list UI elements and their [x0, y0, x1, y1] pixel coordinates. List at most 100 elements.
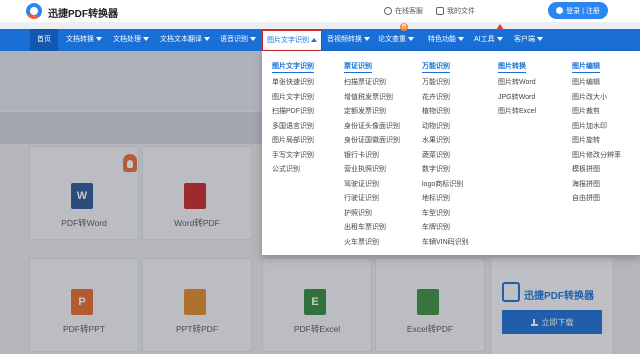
menu-item[interactable]: 营业执照识别: [344, 163, 400, 178]
column-heading[interactable]: 图片转换: [498, 61, 526, 73]
nav-paper-check-label: 论文查重: [378, 36, 406, 43]
nav-client[interactable]: 客户端: [514, 29, 543, 51]
caret-down-icon: [204, 37, 210, 42]
nav-features-label: 特色功能: [428, 36, 456, 43]
caret-down-icon: [458, 37, 464, 42]
caret-down-icon: [496, 37, 503, 42]
main-nav: 首页 文档转换 文档处理 文档文本翻译 语音识别 图片文字识别 音视频转换 荐 …: [0, 23, 640, 51]
my-files-link-label: 我的文件: [447, 8, 475, 15]
user-icon: [556, 7, 564, 14]
dropdown-column: 图片转换 图片转Word JPG转Word 图片转Excel: [498, 61, 536, 120]
nav-features[interactable]: 特色功能: [428, 29, 464, 51]
menu-item[interactable]: 定额发票识别: [344, 105, 400, 120]
menu-item[interactable]: 车牌识别: [422, 221, 469, 236]
menu-item[interactable]: 图片编辑: [572, 76, 621, 91]
caret-down-icon: [537, 37, 543, 42]
nav-image-ocr[interactable]: 图片文字识别: [262, 30, 322, 51]
headset-icon: [384, 7, 392, 15]
my-files-link[interactable]: 我的文件: [436, 6, 475, 16]
menu-item[interactable]: 图片改大小: [572, 91, 621, 106]
menu-item[interactable]: 扫描票证识别: [344, 76, 400, 91]
menu-item[interactable]: 行驶证识别: [344, 192, 400, 207]
top-header: 迅捷PDF转换器 在线客服 我的文件 登录 | 注册: [0, 0, 640, 22]
menu-item[interactable]: 海报拼图: [572, 178, 621, 193]
nav-doc-process-label: 文档处理: [113, 36, 141, 43]
brand-name[interactable]: 迅捷PDF转换器: [48, 5, 118, 20]
menu-item[interactable]: 身份证国徽面识别: [344, 134, 400, 149]
nav-doc-convert[interactable]: 文档转换: [66, 29, 102, 51]
menu-item[interactable]: 身份证头像面识别: [344, 120, 400, 135]
nav-doc-translate-label: 文档文本翻译: [160, 36, 202, 43]
menu-item[interactable]: 水果识别: [422, 134, 469, 149]
caret-down-icon: [250, 37, 256, 42]
menu-item[interactable]: 出租车票识别: [344, 221, 400, 236]
menu-item[interactable]: 驾驶证识别: [344, 178, 400, 193]
nav-doc-process[interactable]: 文档处理: [113, 29, 149, 51]
file-icon: [436, 7, 444, 15]
nav-av-convert[interactable]: 音视频转换: [327, 29, 370, 51]
image-ocr-dropdown: 图片文字识别 单张快速识别 图片文字识别 扫描PDF识别 多国语言识别 图片局部…: [262, 51, 640, 255]
menu-item[interactable]: logo商标识别: [422, 178, 469, 193]
dropdown-column: 图片文字识别 单张快速识别 图片文字识别 扫描PDF识别 多国语言识别 图片局部…: [272, 61, 314, 178]
menu-item[interactable]: 图片文字识别: [272, 91, 314, 106]
menu-item[interactable]: 地标识别: [422, 192, 469, 207]
column-heading[interactable]: 图片文字识别: [272, 61, 314, 73]
caret-down-icon: [408, 37, 414, 42]
nav-image-ocr-label: 图片文字识别: [267, 37, 309, 44]
menu-item[interactable]: 蔬菜识别: [422, 149, 469, 164]
nav-voice-recognition[interactable]: 语音识别: [220, 29, 256, 51]
caret-down-icon: [364, 37, 370, 42]
nav-voice-recognition-label: 语音识别: [220, 36, 248, 43]
menu-item[interactable]: 车型识别: [422, 207, 469, 222]
nav-av-convert-label: 音视频转换: [327, 36, 362, 43]
login-register-label: 登录 | 注册: [566, 7, 600, 15]
hot-badge-icon: [496, 24, 504, 30]
support-link-label: 在线客服: [395, 8, 423, 15]
menu-item[interactable]: 图片转Word: [498, 76, 536, 91]
menu-item[interactable]: 图片局部识别: [272, 134, 314, 149]
menu-item[interactable]: 多国语言识别: [272, 120, 314, 135]
menu-item[interactable]: 公式识别: [272, 163, 314, 178]
menu-item[interactable]: 增值税发票识别: [344, 91, 400, 106]
menu-item[interactable]: 图片修改分辨率: [572, 149, 621, 164]
nav-client-label: 客户端: [514, 36, 535, 43]
menu-item[interactable]: 花卉识别: [422, 91, 469, 106]
nav-home[interactable]: 首页: [30, 29, 58, 51]
column-heading[interactable]: 票证识别: [344, 61, 372, 73]
menu-item[interactable]: 图片裁剪: [572, 105, 621, 120]
menu-item[interactable]: 车辆VIN码识别: [422, 236, 469, 251]
menu-item[interactable]: 扫描PDF识别: [272, 105, 314, 120]
nav-ai-tools[interactable]: AI工具: [474, 24, 504, 51]
menu-item[interactable]: 万能识别: [422, 76, 469, 91]
nav-paper-check[interactable]: 荐 论文查重: [378, 23, 414, 51]
caret-down-icon: [96, 37, 102, 42]
column-heading[interactable]: 图片编辑: [572, 61, 600, 73]
menu-item[interactable]: 植物识别: [422, 105, 469, 120]
recommend-badge: 荐: [400, 23, 408, 31]
menu-item[interactable]: 模板拼图: [572, 163, 621, 178]
menu-item[interactable]: 手写文字识别: [272, 149, 314, 164]
nav-doc-convert-label: 文档转换: [66, 36, 94, 43]
brand-logo-icon[interactable]: [26, 3, 42, 19]
menu-item[interactable]: 单张快速识别: [272, 76, 314, 91]
menu-item[interactable]: 火车票识别: [344, 236, 400, 251]
caret-up-icon: [311, 38, 317, 43]
login-register-button[interactable]: 登录 | 注册: [548, 2, 608, 19]
nav-home-label: 首页: [37, 36, 51, 43]
nav-ai-tools-label: AI工具: [474, 36, 495, 43]
menu-item[interactable]: JPG转Word: [498, 91, 536, 106]
menu-item[interactable]: 护照识别: [344, 207, 400, 222]
menu-item[interactable]: 动物识别: [422, 120, 469, 135]
menu-item[interactable]: 自由拼图: [572, 192, 621, 207]
caret-down-icon: [143, 37, 149, 42]
column-heading[interactable]: 万能识别: [422, 61, 450, 73]
menu-item[interactable]: 图片加水印: [572, 120, 621, 135]
dropdown-column: 万能识别 万能识别 花卉识别 植物识别 动物识别 水果识别 蔬菜识别 数字识别 …: [422, 61, 469, 250]
menu-item[interactable]: 图片旋转: [572, 134, 621, 149]
menu-item[interactable]: 数字识别: [422, 163, 469, 178]
dropdown-column: 票证识别 扫描票证识别 增值税发票识别 定额发票识别 身份证头像面识别 身份证国…: [344, 61, 400, 250]
menu-item[interactable]: 银行卡识别: [344, 149, 400, 164]
menu-item[interactable]: 图片转Excel: [498, 105, 536, 120]
support-link[interactable]: 在线客服: [384, 6, 423, 16]
nav-doc-translate[interactable]: 文档文本翻译: [160, 29, 210, 51]
